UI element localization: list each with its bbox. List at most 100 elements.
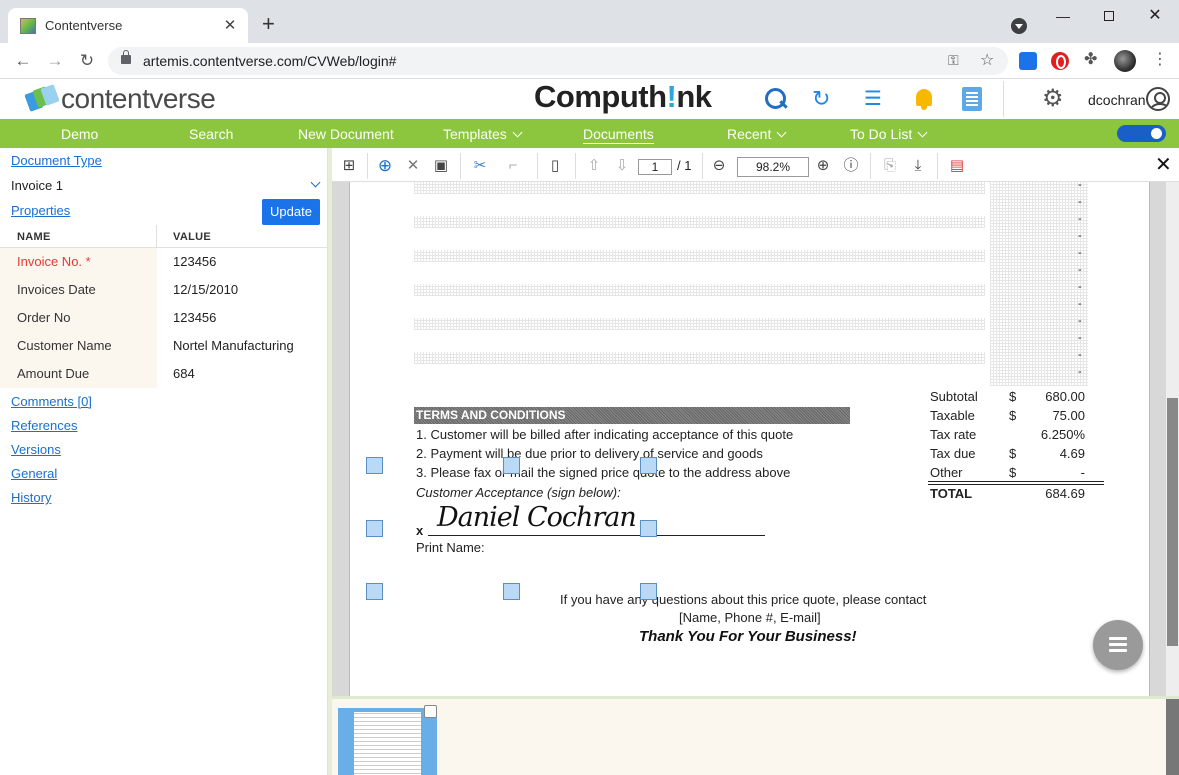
comments-link[interactable]: Comments [0]: [11, 394, 92, 409]
zoom-in-icon[interactable]: ⊕: [814, 157, 832, 175]
table-row[interactable]: Order No 123456: [0, 304, 328, 332]
tab-close-icon[interactable]: ✕: [222, 17, 238, 34]
favicon-icon: [20, 17, 36, 34]
thumbnail-checkbox[interactable]: [424, 705, 437, 718]
extensions-puzzle-icon[interactable]: ✤: [1084, 49, 1102, 68]
general-link[interactable]: General: [11, 466, 57, 481]
forward-icon[interactable]: →: [45, 51, 65, 71]
crop-icon[interactable]: ⌐: [504, 157, 522, 175]
annotation-handle[interactable]: [366, 583, 383, 600]
document-viewport[interactable]: - - - - - - - - - - - - Subtotal $ 680.0…: [332, 182, 1179, 696]
extension-tag-icon[interactable]: [1019, 52, 1037, 70]
reload-icon[interactable]: ↻: [77, 51, 97, 71]
key-icon[interactable]: ⚿: [948, 52, 959, 69]
add-icon[interactable]: ⊕: [376, 157, 394, 175]
document-type-link[interactable]: Document Type: [11, 153, 102, 168]
minimize-icon[interactable]: —: [1048, 6, 1078, 26]
browser-menu-icon[interactable]: ⋮: [1152, 49, 1168, 69]
history-link[interactable]: History: [11, 490, 51, 505]
contentverse-logo[interactable]: contentverse: [24, 83, 216, 115]
refresh-icon[interactable]: ↻: [812, 87, 836, 111]
export-icon[interactable]: ⎘: [881, 157, 899, 175]
layout-icon[interactable]: ⊞: [340, 157, 358, 175]
annotation-handle[interactable]: [640, 457, 657, 474]
property-value[interactable]: 123456: [173, 304, 216, 332]
scrollbar-thumb[interactable]: [1167, 398, 1178, 646]
search-icon[interactable]: [764, 87, 788, 111]
opera-extension-icon[interactable]: [1051, 52, 1069, 70]
theme-toggle[interactable]: [1117, 125, 1166, 142]
download-icon[interactable]: ⤓: [909, 157, 927, 175]
zoom-level-input[interactable]: 98.2%: [737, 157, 809, 177]
table-row[interactable]: Invoice No. * 123456: [0, 248, 328, 276]
terms-line: 1. Customer will be billed after indicat…: [416, 427, 794, 442]
page-total: / 1: [677, 158, 692, 173]
menu-item-documents[interactable]: Documents: [583, 126, 654, 144]
document-scrollbar[interactable]: [1166, 182, 1179, 696]
tab-search-icon[interactable]: [1011, 18, 1027, 34]
pdf-icon[interactable]: ▤: [948, 157, 966, 175]
thumbnail-scrollbar[interactable]: [1166, 699, 1179, 775]
property-value[interactable]: 12/15/2010: [173, 276, 238, 304]
menu-item-demo[interactable]: Demo: [61, 126, 98, 142]
viewer-close-icon[interactable]: ✕: [1155, 155, 1172, 175]
profile-avatar[interactable]: [1114, 50, 1136, 72]
document-icon[interactable]: [962, 87, 982, 111]
browser-tab[interactable]: Contentverse ✕: [8, 8, 248, 43]
properties-link[interactable]: Properties: [11, 203, 70, 218]
annotation-handle[interactable]: [366, 457, 383, 474]
annotation-handle[interactable]: [366, 520, 383, 537]
document-type-select[interactable]: Invoice 1: [11, 177, 323, 196]
page-number-input[interactable]: 1: [638, 159, 672, 175]
gear-icon[interactable]: ⚙: [1042, 87, 1066, 111]
amount-dash: -: [1078, 213, 1082, 225]
menu-item-to-do-list[interactable]: To Do List: [850, 126, 928, 142]
save-icon[interactable]: ▣: [432, 157, 450, 175]
list-icon[interactable]: ☰: [864, 87, 888, 111]
tools-icon[interactable]: ✂: [471, 157, 489, 175]
table-header: NAME VALUE: [0, 225, 328, 248]
references-link[interactable]: References: [11, 418, 77, 433]
menu-item-search[interactable]: Search: [189, 126, 233, 142]
totals-label: Tax rate: [930, 427, 977, 442]
username-label[interactable]: dcochran: [1088, 92, 1146, 108]
window-close-icon[interactable]: ✕: [1140, 6, 1170, 26]
maximize-icon[interactable]: [1094, 6, 1124, 26]
property-value[interactable]: 123456: [173, 248, 216, 276]
menu-item-templates[interactable]: Templates: [443, 126, 523, 142]
annotation-handle[interactable]: [640, 583, 657, 600]
star-icon[interactable]: ☆: [980, 50, 994, 70]
page-view-icon[interactable]: ▯: [546, 157, 564, 175]
browser-tab-bar: Contentverse ✕ + — ✕: [0, 0, 1179, 43]
next-page-icon[interactable]: ⇩: [613, 157, 631, 175]
menu-item-recent[interactable]: Recent: [727, 126, 787, 142]
table-row[interactable]: Amount Due 684: [0, 360, 328, 388]
url-input[interactable]: artemis.contentverse.com/CVWeb/login# ⚿ …: [108, 47, 1008, 75]
new-tab-icon[interactable]: +: [262, 13, 275, 35]
property-value[interactable]: Nortel Manufacturing: [173, 332, 294, 360]
table-row[interactable]: Invoices Date 12/15/2010: [0, 276, 328, 304]
toolbar-divider: [537, 153, 538, 179]
signature: Daniel Cochran: [437, 502, 637, 533]
back-icon[interactable]: ←: [13, 51, 33, 71]
signature-x: x: [416, 523, 424, 538]
hamburger-menu-button[interactable]: [1093, 620, 1143, 670]
brand-suffix: nk: [676, 79, 712, 114]
property-name: Amount Due: [0, 360, 157, 388]
zoom-out-icon[interactable]: ⊖: [710, 157, 728, 175]
line-item-row: [414, 318, 985, 330]
menu-item-new-document[interactable]: New Document: [298, 126, 394, 142]
versions-link[interactable]: Versions: [11, 442, 61, 457]
previous-page-icon[interactable]: ⇧: [585, 157, 603, 175]
update-button[interactable]: Update: [262, 199, 320, 225]
annotation-handle[interactable]: [640, 520, 657, 537]
info-icon[interactable]: ⓘ: [842, 157, 860, 175]
close-x-icon[interactable]: ✕: [404, 157, 422, 175]
annotation-handle[interactable]: [503, 457, 520, 474]
user-icon[interactable]: [1146, 87, 1170, 111]
page-thumbnail[interactable]: [338, 708, 437, 775]
annotation-handle[interactable]: [503, 583, 520, 600]
table-row[interactable]: Customer Name Nortel Manufacturing: [0, 332, 328, 360]
notification-bell-icon[interactable]: [912, 87, 936, 111]
property-value[interactable]: 684: [173, 360, 195, 388]
